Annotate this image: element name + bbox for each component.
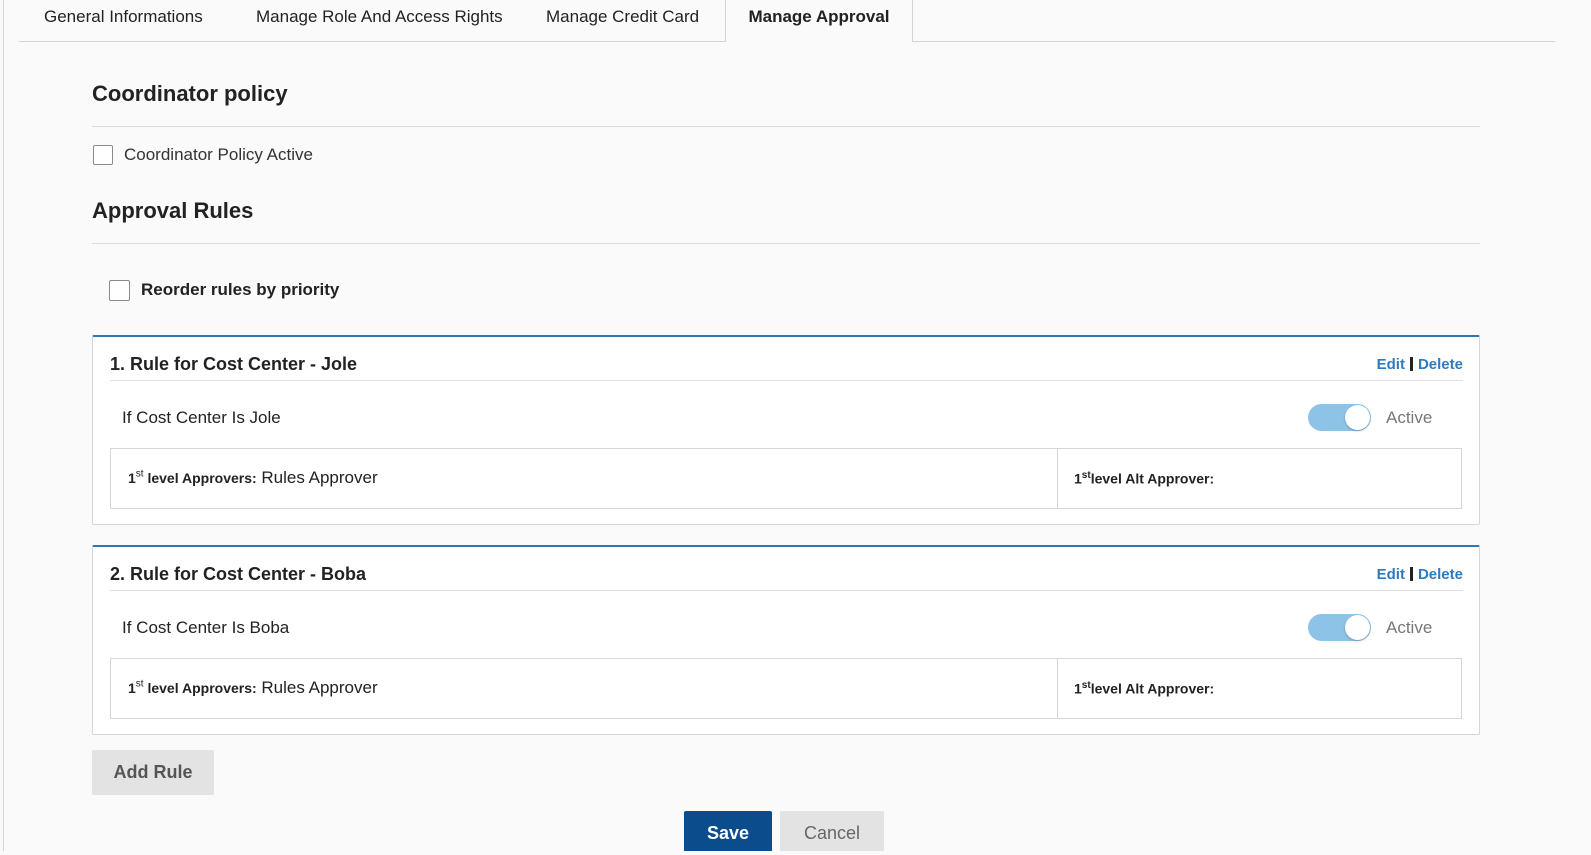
approvers-value: Rules Approver: [256, 678, 378, 697]
rule-title: 2. Rule for Cost Center - Boba: [110, 564, 367, 584]
rule-card: 1. Rule for Cost Center - Jole Edit Delet…: [92, 335, 1480, 525]
approver-level-suffix: st: [135, 678, 144, 690]
alt-approver-level: 1: [1074, 680, 1082, 697]
alt-approver-label: level Alt Approver:: [1090, 470, 1215, 487]
divider: [110, 590, 1463, 591]
rule-active-toggle[interactable]: [1308, 614, 1371, 641]
rule-status-label: Active: [1386, 618, 1433, 637]
tab-manage-credit-card[interactable]: Manage Credit Card: [546, 0, 699, 41]
approvers-value: Rules Approver: [256, 468, 378, 487]
tab-bar: General Informations Manage Role And Acc…: [19, 0, 1555, 42]
rule-condition: If Cost Center Is Jole: [122, 408, 281, 427]
rule-condition: If Cost Center Is Boba: [122, 618, 290, 637]
approver-level: 1: [128, 680, 136, 696]
first-level-approvers: 1st level Approvers: Rules Approver: [128, 678, 378, 698]
approval-rules-title: Approval Rules: [92, 198, 254, 223]
separator: [1409, 357, 1413, 371]
reorder-rules-label: Reorder rules by priority: [141, 280, 340, 299]
reorder-rules-checkbox[interactable]: [109, 280, 130, 301]
approvers-label: level Approvers:: [143, 680, 257, 696]
tab-general-informations[interactable]: General Informations: [44, 0, 203, 41]
delete-rule-link[interactable]: Delete: [1418, 566, 1463, 583]
alt-approver-level-suffix: st: [1081, 470, 1091, 481]
alt-approver-level-suffix: st: [1081, 680, 1091, 691]
edit-rule-link[interactable]: Edit: [1377, 566, 1405, 583]
add-rule-button[interactable]: Add Rule: [92, 750, 214, 795]
alt-approver-label: level Alt Approver:: [1090, 680, 1215, 697]
rule-card: 2. Rule for Cost Center - Boba Edit Delet…: [92, 545, 1480, 735]
cancel-button[interactable]: Cancel: [780, 811, 884, 851]
delete-rule-link[interactable]: Delete: [1418, 356, 1463, 373]
divider: [92, 126, 1480, 127]
divider: [110, 380, 1463, 381]
tab-manage-role-and-access-rights[interactable]: Manage Role And Access Rights: [256, 0, 503, 41]
first-level-alt-approver: 1stlevel Alt Approver:: [1074, 470, 1214, 487]
coordinator-policy-title: Coordinator policy: [92, 81, 288, 106]
first-level-alt-approver: 1stlevel Alt Approver:: [1074, 680, 1214, 697]
column-divider: [1057, 449, 1058, 508]
column-divider: [1057, 659, 1058, 718]
approver-level-suffix: st: [135, 468, 144, 480]
tab-manage-approval[interactable]: Manage Approval: [725, 0, 913, 42]
approver-level: 1: [128, 470, 136, 486]
toggle-knob: [1345, 615, 1370, 640]
page-left-border: [3, 0, 4, 851]
separator: [1409, 567, 1413, 581]
alt-approver-level: 1: [1074, 470, 1082, 487]
first-level-approvers: 1st level Approvers: Rules Approver: [128, 468, 378, 488]
divider: [92, 243, 1480, 244]
coordinator-policy-label: Coordinator Policy Active: [124, 145, 313, 164]
approvers-label: level Approvers:: [143, 470, 257, 486]
save-button[interactable]: Save: [684, 811, 772, 851]
approvers-box: 1st level Approvers: Rules Approver 1stl…: [110, 448, 1462, 509]
toggle-knob: [1345, 405, 1370, 430]
rule-status-label: Active: [1386, 408, 1433, 427]
approvers-box: 1st level Approvers: Rules Approver 1stl…: [110, 658, 1462, 719]
coordinator-policy-checkbox[interactable]: [93, 145, 113, 165]
rule-actions: Edit Delete: [1377, 356, 1463, 373]
rule-title: 1. Rule for Cost Center - Jole: [110, 354, 358, 374]
rule-active-toggle[interactable]: [1308, 404, 1371, 431]
rule-actions: Edit Delete: [1377, 566, 1463, 583]
edit-rule-link[interactable]: Edit: [1377, 356, 1405, 373]
